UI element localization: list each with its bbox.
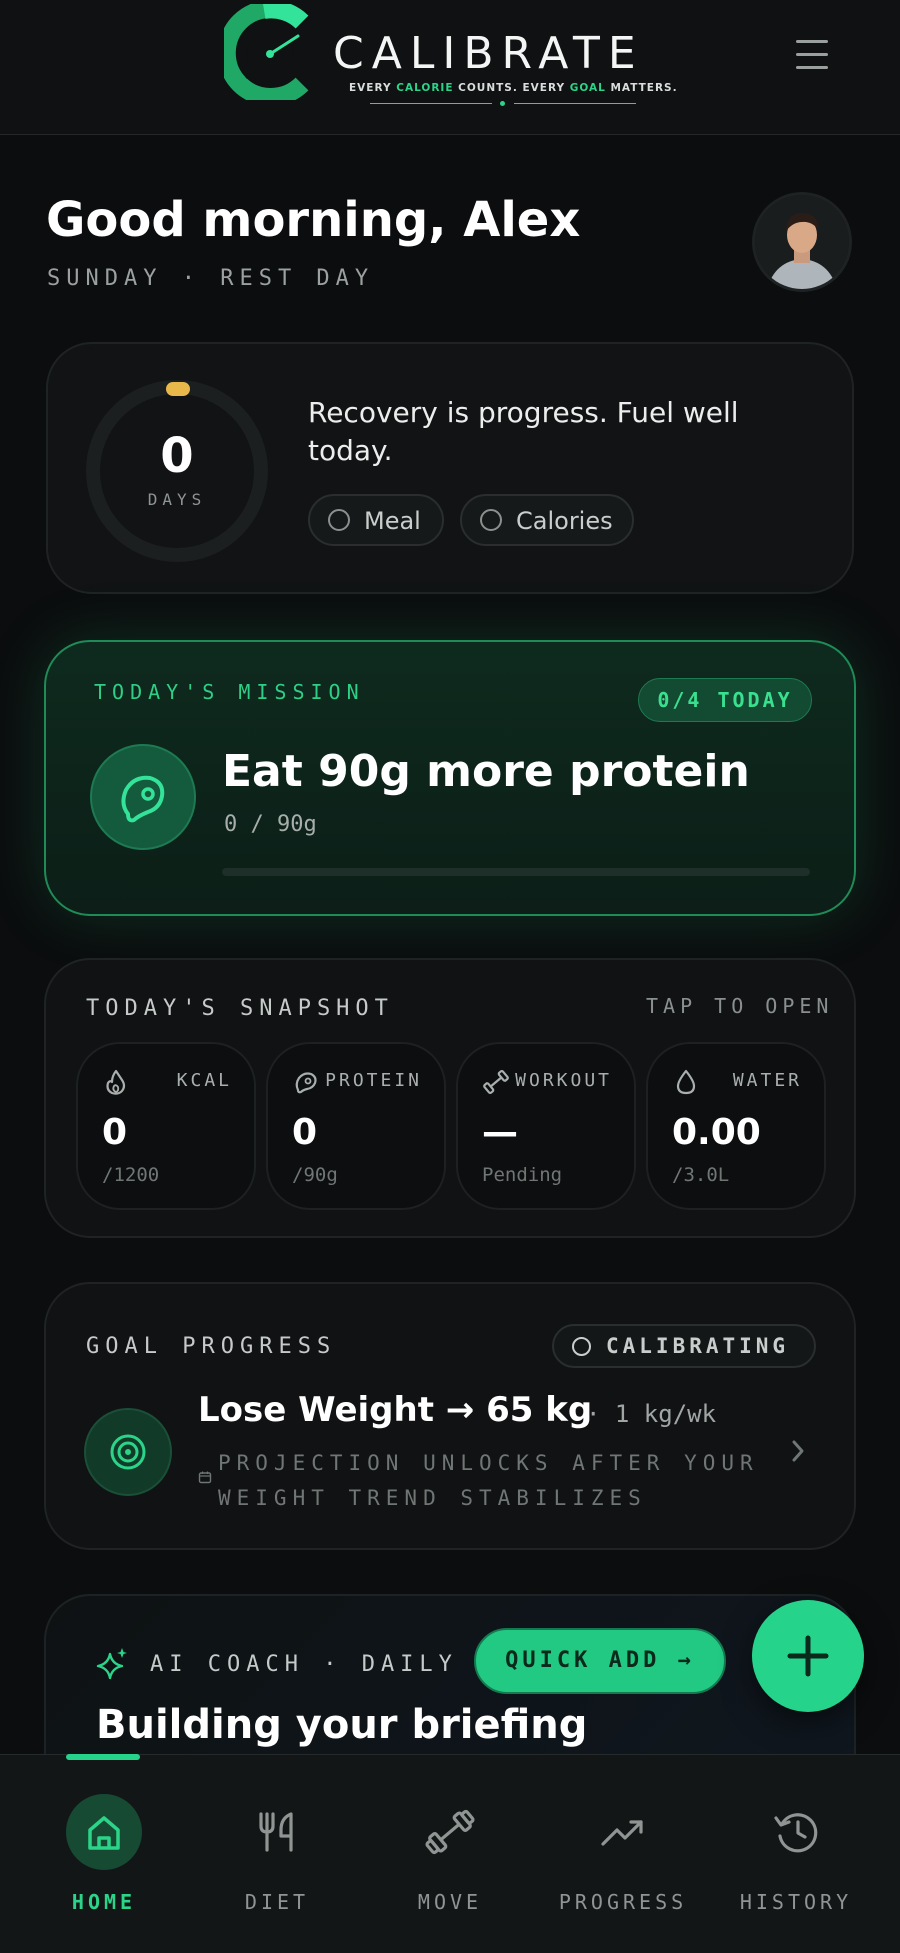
water-label: WATER <box>732 1070 802 1091</box>
calibrating-label: CALIBRATING <box>606 1334 790 1358</box>
nav-label-diet: DIET <box>244 1890 310 1914</box>
history-icon <box>774 1813 818 1853</box>
droplet-icon <box>676 1069 696 1095</box>
protein-label: PROTEIN <box>325 1070 422 1091</box>
recovery-message: Recovery is progress. Fuel well today. <box>308 396 739 467</box>
day-subtitle: SUNDAY · REST DAY <box>47 266 375 291</box>
app-header: CALIBRATE EVERY CALORIE COUNTS. EVERY GO… <box>0 0 900 135</box>
goal-icon-badge <box>84 1408 172 1496</box>
chevron-right-icon[interactable] <box>788 1436 808 1466</box>
water-tile[interactable]: WATER 0.00 /3.0L <box>646 1042 826 1210</box>
kcal-target: /1200 <box>102 1164 160 1186</box>
target-icon <box>110 1434 146 1470</box>
flame-icon <box>106 1069 126 1095</box>
dumbbell-icon <box>425 1809 475 1855</box>
mission-title: Eat 90g more protein <box>222 746 750 797</box>
kcal-value: 0 <box>102 1112 128 1153</box>
workout-value: — <box>482 1112 518 1153</box>
goal-progress-card[interactable]: GOAL PROGRESS CALIBRATING Lose Weight → … <box>44 1282 856 1550</box>
nav-item-home[interactable]: HOME <box>34 1790 174 1920</box>
trending-up-icon <box>601 1820 643 1846</box>
mission-progress-text: 0 / 90g <box>224 812 317 837</box>
steak-icon <box>121 775 165 823</box>
hamburger-menu-icon[interactable] <box>792 38 832 72</box>
workout-status: Pending <box>482 1164 563 1186</box>
status-circle-icon <box>572 1337 591 1356</box>
calories-chip[interactable]: Calories <box>460 494 634 546</box>
nav-item-diet[interactable]: DIET <box>207 1790 347 1920</box>
protein-value: 0 <box>292 1112 318 1153</box>
home-icon-bg <box>66 1794 142 1870</box>
move-icon-bg <box>412 1794 488 1870</box>
dumbbell-icon <box>483 1069 509 1095</box>
streak-unit: DAYS <box>147 490 207 509</box>
goal-label: GOAL PROGRESS <box>86 1334 337 1359</box>
logo-gauge-icon <box>224 4 309 100</box>
nav-active-indicator <box>66 1754 140 1760</box>
ai-coach-label: AI COACH · DAILY B <box>150 1652 497 1677</box>
streak-card[interactable]: 0 DAYS Recovery is progress. Fuel well t… <box>46 342 854 594</box>
snapshot-title: TODAY'S SNAPSHOT <box>86 996 394 1021</box>
water-target: /3.0L <box>672 1164 730 1186</box>
user-avatar <box>755 195 849 289</box>
tagline-dot <box>500 101 505 106</box>
meal-chip[interactable]: Meal <box>308 494 444 546</box>
protein-tile[interactable]: PROTEIN 0 /90g <box>266 1042 446 1210</box>
streak-count: 0 <box>160 428 194 484</box>
kcal-tile[interactable]: KCAL 0 /1200 <box>76 1042 256 1210</box>
tagline-rule-right <box>514 103 636 104</box>
progress-icon-bg <box>585 1794 661 1870</box>
mission-badge: 0/4 TODAY <box>638 678 812 722</box>
mission-card[interactable]: TODAY'S MISSION 0/4 TODAY Eat 90g more p… <box>44 640 856 916</box>
nav-label-progress: PROGRESS <box>558 1890 688 1914</box>
nav-item-history[interactable]: HISTORY <box>726 1790 866 1920</box>
workout-label: WORKOUT <box>515 1070 612 1091</box>
home-icon <box>88 1816 120 1850</box>
nav-label-move: MOVE <box>417 1890 483 1914</box>
kcal-label: KCAL <box>176 1070 232 1091</box>
checkbox-circle-icon <box>328 509 350 531</box>
snapshot-open-link[interactable]: TAP TO OPEN <box>646 994 833 1018</box>
diet-icon-bg <box>239 1794 315 1870</box>
calibrating-badge: CALIBRATING <box>552 1324 816 1368</box>
mission-label: TODAY'S MISSION <box>94 680 365 704</box>
nav-label-history: HISTORY <box>739 1890 853 1914</box>
greeting-title: Good morning, Alex <box>46 192 581 248</box>
fork-knife-icon <box>259 1812 293 1852</box>
avatar[interactable] <box>752 192 852 292</box>
nav-label-home: HOME <box>71 1890 137 1914</box>
history-icon-bg <box>758 1794 834 1870</box>
nav-item-progress[interactable]: PROGRESS <box>553 1790 693 1920</box>
protein-target: /90g <box>292 1164 338 1186</box>
workout-tile[interactable]: WORKOUT — Pending <box>456 1042 636 1210</box>
tagline-rule-left <box>370 103 492 104</box>
goal-main-text: Lose Weight → 65 kg <box>198 1390 593 1430</box>
meal-chip-label: Meal <box>364 507 421 535</box>
calendar-icon <box>198 1471 212 1484</box>
ai-coach-title: Building your briefing <box>96 1702 588 1748</box>
checkbox-circle-icon <box>480 509 502 531</box>
plus-icon <box>787 1635 829 1677</box>
snapshot-card[interactable]: TODAY'S SNAPSHOT TAP TO OPEN KCAL 0 /120… <box>44 958 856 1238</box>
water-value: 0.00 <box>672 1112 761 1153</box>
add-fab-button[interactable] <box>752 1600 864 1712</box>
goal-note: PROJECTION UNLOCKS AFTER YOUR WEIGHT TRE… <box>218 1451 759 1510</box>
brand-tagline: EVERY CALORIE COUNTS. EVERY GOAL MATTERS… <box>349 82 678 94</box>
nav-item-move[interactable]: MOVE <box>380 1790 520 1920</box>
brand-name: CALIBRATE <box>333 28 644 79</box>
goal-rate: · 1 kg/wk <box>586 1400 717 1428</box>
steak-icon <box>295 1072 317 1094</box>
mission-progress-bar <box>222 868 810 876</box>
sparkle-icon <box>96 1648 127 1680</box>
quick-add-button[interactable]: QUICK ADD → <box>474 1628 726 1694</box>
mission-icon-badge <box>90 744 196 850</box>
calories-chip-label: Calories <box>516 507 613 535</box>
